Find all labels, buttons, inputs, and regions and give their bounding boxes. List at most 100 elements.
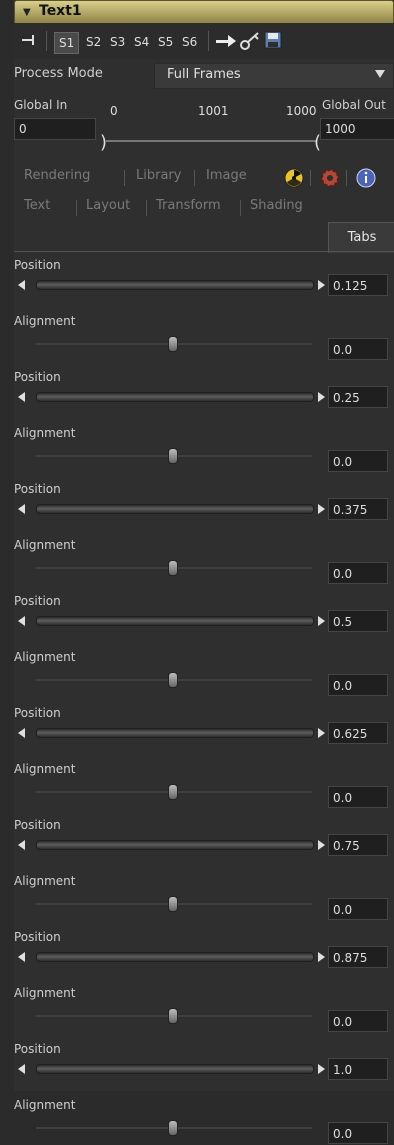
- alignment-label: Alignment: [14, 650, 76, 664]
- alignment-label: Alignment: [14, 314, 76, 328]
- position-value-field[interactable]: 0.375: [328, 498, 388, 520]
- increment-arrow-icon[interactable]: [318, 616, 325, 626]
- slot-s4-button[interactable]: S4: [130, 32, 153, 52]
- position-value-field[interactable]: 0.125: [328, 274, 388, 296]
- alignment-slider-thumb[interactable]: [168, 560, 178, 576]
- global-out-label: Global Out: [322, 98, 386, 112]
- tab-separator: [146, 200, 147, 216]
- tab-content-divider: [14, 251, 394, 252]
- global-in-label: Global In: [14, 98, 68, 112]
- decrement-arrow-icon[interactable]: [18, 952, 25, 962]
- slot-s1-button[interactable]: S1: [54, 32, 80, 54]
- alignment-label: Alignment: [14, 538, 76, 552]
- decrement-arrow-icon[interactable]: [18, 728, 25, 738]
- tab-library[interactable]: Library: [136, 168, 181, 183]
- position-slider[interactable]: [36, 840, 314, 850]
- process-mode-dropdown[interactable]: Full Frames: [154, 63, 394, 89]
- position-slider[interactable]: [36, 280, 314, 290]
- alignment-slider-thumb[interactable]: [168, 336, 178, 352]
- key-icon[interactable]: [240, 31, 260, 51]
- radiation-icon[interactable]: [284, 168, 304, 188]
- alignment-value-field[interactable]: 0.0: [328, 338, 388, 360]
- alignment-slider-thumb[interactable]: [168, 896, 178, 912]
- tab-tabs[interactable]: Tabs: [328, 222, 394, 253]
- global-range-slider[interactable]: [106, 140, 316, 142]
- position-label: Position: [14, 258, 61, 272]
- position-value-field[interactable]: 0.75: [328, 834, 388, 856]
- tool-toolbar: S1 S2 S3 S4 S5 S6: [14, 23, 394, 59]
- slot-s3-button[interactable]: S3: [106, 32, 129, 52]
- decrement-arrow-icon[interactable]: [18, 840, 25, 850]
- alignment-value-field[interactable]: 0.0: [328, 898, 388, 920]
- tool-panel: ▼ Text1 S1 S2 S3 S4 S5 S6 Process Mode F…: [14, 0, 394, 1144]
- increment-arrow-icon[interactable]: [318, 504, 325, 514]
- pin-arrow-icon[interactable]: [216, 33, 238, 49]
- position-label: Position: [14, 594, 61, 608]
- global-in-field[interactable]: 0: [14, 118, 96, 140]
- tab-separator: [310, 170, 311, 186]
- toolbar-separator: [46, 31, 47, 51]
- position-value-field[interactable]: 0.25: [328, 386, 388, 408]
- increment-arrow-icon[interactable]: [318, 280, 325, 290]
- position-slider[interactable]: [36, 616, 314, 626]
- alignment-value-field[interactable]: 0.0: [328, 450, 388, 472]
- tab-image[interactable]: Image: [206, 168, 247, 183]
- alignment-label: Alignment: [14, 874, 76, 888]
- alignment-slider-thumb[interactable]: [168, 672, 178, 688]
- position-label: Position: [14, 1042, 61, 1056]
- slot-s5-button[interactable]: S5: [154, 32, 177, 52]
- tab-shading[interactable]: Shading: [250, 198, 303, 213]
- position-slider[interactable]: [36, 1064, 314, 1074]
- collapse-triangle-icon[interactable]: ▼: [23, 7, 31, 18]
- alignment-slider-thumb[interactable]: [168, 784, 178, 800]
- position-slider[interactable]: [36, 504, 314, 514]
- position-value-field[interactable]: 0.875: [328, 946, 388, 968]
- alignment-value-field[interactable]: 0.0: [328, 674, 388, 696]
- pin-icon[interactable]: [22, 34, 40, 46]
- alignment-label: Alignment: [14, 762, 76, 776]
- tab-rendering[interactable]: Rendering: [24, 168, 90, 183]
- position-value-field[interactable]: 0.5: [328, 610, 388, 632]
- alignment-label: Alignment: [14, 1098, 76, 1112]
- info-icon[interactable]: [356, 168, 376, 188]
- slot-s6-button[interactable]: S6: [178, 32, 201, 52]
- save-icon[interactable]: [264, 31, 282, 49]
- position-slider[interactable]: [36, 392, 314, 402]
- process-mode-label: Process Mode: [14, 66, 103, 81]
- decrement-arrow-icon[interactable]: [18, 392, 25, 402]
- increment-arrow-icon[interactable]: [318, 1064, 325, 1074]
- position-value-field[interactable]: 0.625: [328, 722, 388, 744]
- alignment-value-field[interactable]: 0.0: [328, 1010, 388, 1032]
- range-start-handle[interactable]: ): [100, 132, 107, 153]
- alignment-value-field[interactable]: 0.0: [328, 562, 388, 584]
- tab-row-1: Rendering Library Image: [14, 164, 394, 190]
- increment-arrow-icon[interactable]: [318, 952, 325, 962]
- alignment-value-field[interactable]: 0.0: [328, 786, 388, 808]
- decrement-arrow-icon[interactable]: [18, 616, 25, 626]
- global-out-field[interactable]: 1000: [320, 118, 394, 140]
- tab-row-2: Text Layout Transform Shading: [14, 194, 394, 220]
- position-slider[interactable]: [36, 952, 314, 962]
- alignment-slider-thumb[interactable]: [168, 1120, 178, 1136]
- slot-s2-button[interactable]: S2: [82, 32, 105, 52]
- increment-arrow-icon[interactable]: [318, 840, 325, 850]
- tool-title-bar[interactable]: ▼ Text1: [14, 0, 394, 24]
- process-mode-value: Full Frames: [167, 67, 241, 82]
- alignment-slider-thumb[interactable]: [168, 448, 178, 464]
- position-label: Position: [14, 706, 61, 720]
- tab-transform[interactable]: Transform: [156, 198, 221, 213]
- decrement-arrow-icon[interactable]: [18, 280, 25, 290]
- gear-icon[interactable]: [320, 168, 340, 188]
- tab-layout[interactable]: Layout: [86, 198, 130, 213]
- position-value-field[interactable]: 1.0: [328, 1058, 388, 1080]
- alignment-slider-thumb[interactable]: [168, 1008, 178, 1024]
- position-slider[interactable]: [36, 728, 314, 738]
- toolbar-separator: [208, 31, 209, 51]
- tab-text[interactable]: Text: [24, 198, 50, 213]
- increment-arrow-icon[interactable]: [318, 728, 325, 738]
- increment-arrow-icon[interactable]: [318, 392, 325, 402]
- decrement-arrow-icon[interactable]: [18, 504, 25, 514]
- alignment-value-field[interactable]: 0.0: [328, 1122, 388, 1144]
- decrement-arrow-icon[interactable]: [18, 1064, 25, 1074]
- alignment-label: Alignment: [14, 426, 76, 440]
